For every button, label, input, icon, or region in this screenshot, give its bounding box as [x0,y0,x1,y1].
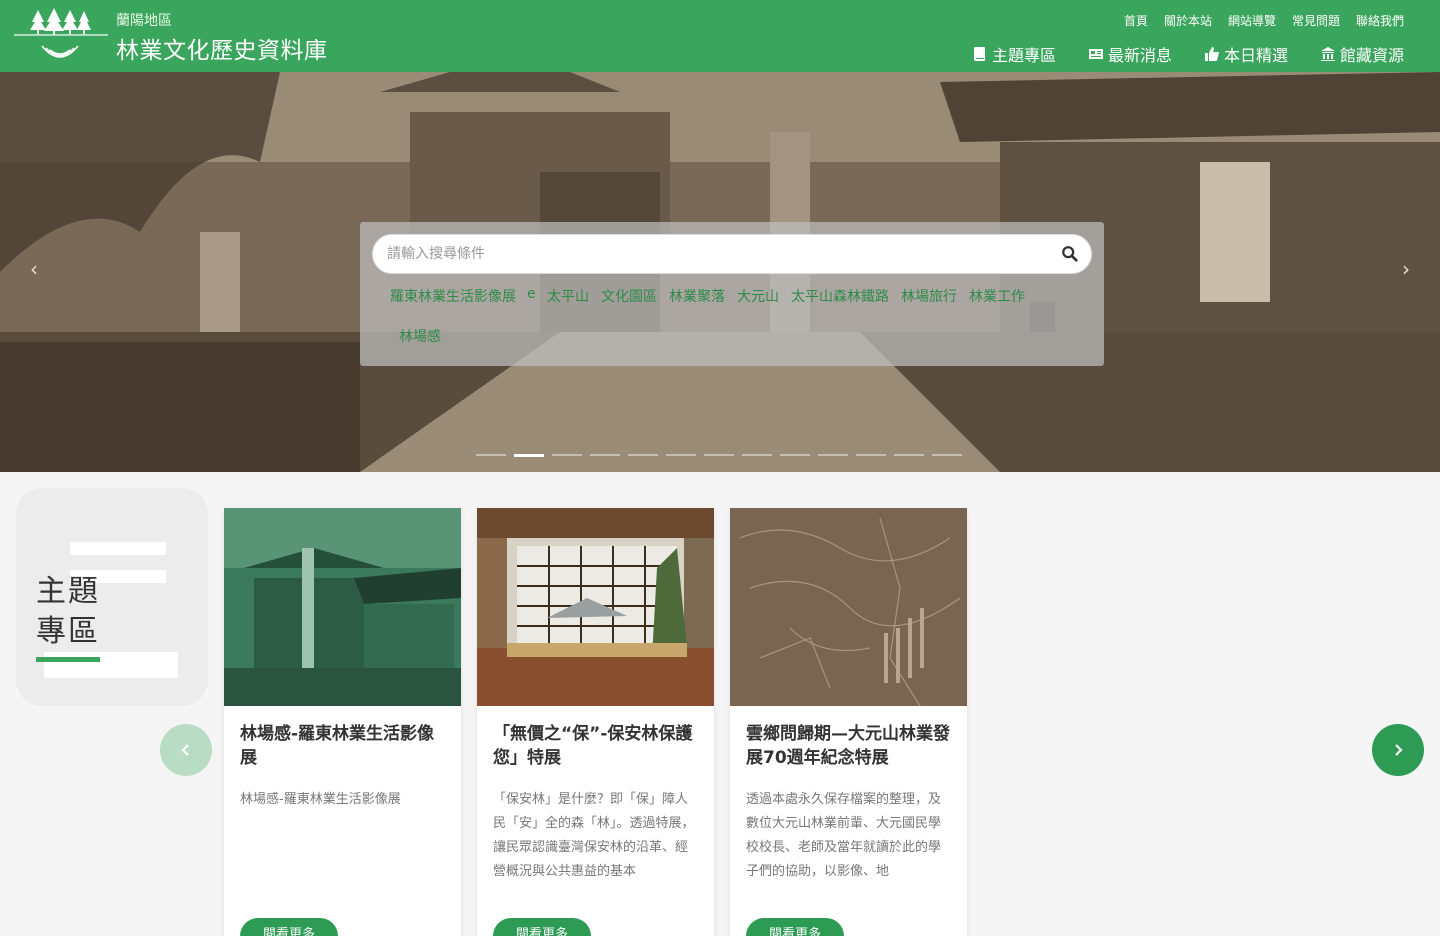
chevron-left-icon [181,744,189,756]
search-box [372,234,1092,274]
read-more-button[interactable]: 閱看更多 [240,918,338,936]
slide-dot[interactable] [818,454,848,456]
site-header: 蘭陽地區 林業文化歷史資料庫 首頁 關於本站 網站導覽 常見問題 聯絡我們 主題… [0,0,1440,72]
slide-dot-active[interactable] [514,454,544,457]
site-title[interactable]: 林業文化歷史資料庫 [116,31,328,65]
slide-dot[interactable] [856,454,886,456]
keyword-tag[interactable]: 大元山 [737,286,779,306]
slide-dot[interactable] [742,454,772,456]
keyword-tag[interactable]: 林業工作 [969,286,1025,306]
book-icon [973,47,985,61]
read-more-button[interactable]: 閱看更多 [493,918,591,936]
keyword-tag[interactable]: e [527,286,536,302]
nav-collection[interactable]: 館藏資源 [1320,42,1404,66]
link-about[interactable]: 關於本站 [1164,12,1212,29]
search-input[interactable] [387,235,1047,273]
keyword-tag[interactable]: 太平山森林鐵路 [791,286,889,306]
slide-dot[interactable] [666,454,696,456]
read-more-button[interactable]: 閱看更多 [746,918,844,936]
slide-dot[interactable] [780,454,810,456]
card-title[interactable]: 雲鄉問歸期—大元山林業發展70週年紀念特展 [746,722,956,770]
card-image [477,508,714,706]
theme-card[interactable]: 林場感-羅東林業生活影像展 林場感-羅東林業生活影像展 閱看更多 [224,508,461,936]
slide-dot[interactable] [552,454,582,456]
card-description: 林場感-羅東林業生活影像展 [240,792,401,807]
keyword-tag[interactable]: 林場旅行 [901,286,957,306]
carousel-prev-button[interactable] [160,724,212,776]
chevron-right-icon [1395,744,1403,756]
section-title-line1: 主題 [36,574,100,609]
hero-prev-arrow[interactable]: ‹ [22,257,46,281]
nav-featured-label: 本日精選 [1223,46,1288,65]
theme-card[interactable]: 雲鄉問歸期—大元山林業發展70週年紀念特展 透過本處永久保存檔案的整理，及數位大… [730,508,967,936]
site-logo[interactable] [12,6,112,66]
card-description: 透過本處永久保存檔案的整理，及數位大元山林業前輩、大元國民學校校長、老師及當年就… [746,792,942,879]
search-panel: 羅東林業生活影像展 e 太平山 文化園區 林業聚落 大元山 太平山森林鐵路 林場… [360,222,1104,366]
utility-nav: 首頁 關於本站 網站導覽 常見問題 聯絡我們 [1124,12,1404,29]
hero-carousel: ‹ › 羅東林業生活影像展 e 太平山 文化園區 林業聚落 大元山 太平山森林鐵… [0,72,1440,472]
keyword-tag[interactable]: 文化園區 [601,286,657,306]
slide-indicators [476,454,962,457]
card-title[interactable]: 「無價之“保”-保安林保護您」特展 [493,722,703,770]
nav-featured[interactable]: 本日精選 [1204,42,1288,66]
slide-dot[interactable] [932,454,962,456]
slide-dot[interactable] [894,454,924,456]
section-title: 主題 專區 [36,572,100,652]
card-image [224,508,461,706]
keyword-tag[interactable]: 羅東林業生活影像展 [390,286,516,306]
site-region: 蘭陽地區 [116,13,172,29]
deco-bar [44,652,178,678]
hero-next-arrow[interactable]: › [1394,257,1418,281]
thumbs-up-icon [1204,47,1219,61]
nav-theme-label: 主題專區 [991,46,1056,65]
nav-news-label: 最新消息 [1107,46,1172,65]
slide-dot[interactable] [704,454,734,456]
carousel-next-button[interactable] [1372,724,1424,776]
link-contact[interactable]: 聯絡我們 [1356,12,1404,29]
card-title[interactable]: 林場感-羅東林業生活影像展 [240,722,450,770]
card-image [730,508,967,706]
slide-dot[interactable] [590,454,620,456]
main-nav: 主題專區 最新消息 本日精選 館藏資源 [972,42,1404,66]
keyword-tag[interactable]: 林場感 [399,326,441,346]
slide-dot[interactable] [628,454,658,456]
nav-news[interactable]: 最新消息 [1088,42,1172,66]
section-title-line2: 專區 [36,614,100,649]
newspaper-icon [1088,49,1103,59]
link-sitemap[interactable]: 網站導覽 [1228,12,1276,29]
link-home[interactable]: 首頁 [1124,12,1148,29]
nav-theme[interactable]: 主題專區 [972,42,1056,66]
section-title-underline [36,657,100,662]
card-description: 「保安林」是什麼？即「保」障人民「安」全的森「林」。透過特展，讓民眾認識臺灣保安… [493,792,695,879]
theme-card[interactable]: 「無價之“保”-保安林保護您」特展 「保安林」是什麼？即「保」障人民「安」全的森… [477,508,714,936]
keyword-tag[interactable]: 林業聚落 [669,286,725,306]
link-faq[interactable]: 常見問題 [1292,12,1340,29]
search-icon[interactable] [1061,245,1079,263]
nav-collection-label: 館藏資源 [1339,46,1404,65]
museum-icon [1320,47,1335,61]
keyword-tag[interactable]: 太平山 [547,286,589,306]
deco-bar [70,542,166,555]
slide-dot[interactable] [476,454,506,456]
